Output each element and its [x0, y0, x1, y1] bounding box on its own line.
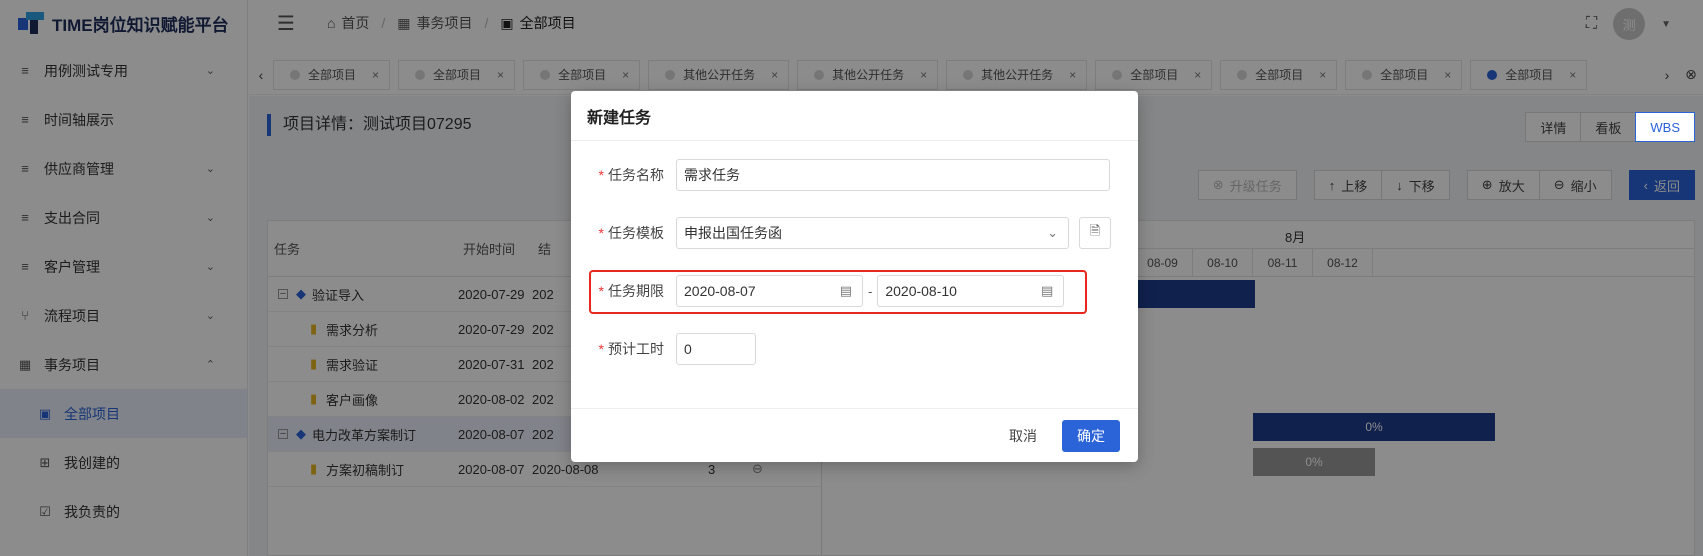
confirm-button[interactable]: 确定 — [1062, 419, 1120, 452]
task-name-label: * 任务名称 — [598, 167, 664, 183]
task-template-select[interactable]: 申报出国任务函 ⌄ — [676, 217, 1069, 249]
task-name-input[interactable]: 需求任务 — [676, 159, 1110, 191]
task-template-label: * 任务模板 — [598, 225, 664, 241]
dialog-title: 新建任务 — [571, 91, 1138, 141]
cancel-button[interactable]: 取消 — [994, 420, 1052, 452]
highlight-annotation — [589, 270, 1087, 314]
new-task-dialog: 新建任务 * 任务名称 需求任务 * 任务模板 申报出国任务函 ⌄ 🗎 * 任务期限 … — [571, 91, 1138, 462]
estimated-hours-input[interactable]: 0 — [676, 333, 756, 365]
view-wbs-button[interactable]: WBS — [1635, 112, 1695, 142]
estimated-hours-label: * 预计工时 — [598, 341, 664, 357]
template-preview-button[interactable]: 🗎 — [1079, 217, 1111, 249]
chevron-down-icon: ⌄ — [1047, 225, 1058, 240]
document-search-icon: 🗎 — [1089, 223, 1101, 238]
